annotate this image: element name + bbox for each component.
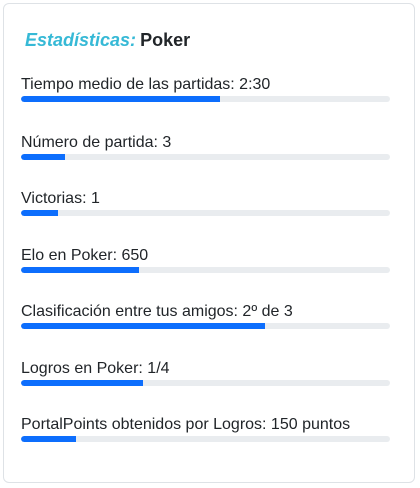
stat-label: Tiempo medio de las partidas: 2:30 [21,76,271,93]
progress-fill [21,436,77,442]
stat-portalpoints: PortalPoints obtenidos por Logros: 150 p… [21,415,390,442]
card-title-label: Estadísticas: [25,30,137,50]
progress-bar [21,267,390,273]
progress-fill [21,210,58,216]
card-title: Estadísticas: Poker [25,28,190,52]
card-title-game: Poker [140,30,191,50]
progress-fill [21,154,66,160]
stat-label: PortalPoints obtenidos por Logros: 150 p… [21,416,351,433]
stat-label: Logros en Poker: 1/4 [21,360,170,377]
stat-friends-ranking: Clasificación entre tus amigos: 2º de 3 [21,302,390,329]
progress-bar [21,436,390,442]
stat-wins: Victorias: 1 [21,189,390,216]
progress-bar [21,380,390,386]
progress-bar [21,323,390,329]
stat-games-played: Número de partida: 3 [21,133,390,160]
stat-label: Número de partida: 3 [21,134,172,151]
progress-fill [21,323,265,329]
progress-fill [21,96,221,102]
stat-elo: Elo en Poker: 650 [21,246,390,273]
stat-label: Elo en Poker: 650 [21,247,149,264]
stat-label: Clasificación entre tus amigos: 2º de 3 [21,303,293,320]
progress-fill [21,267,140,273]
progress-bar [21,210,390,216]
progress-bar [21,96,390,102]
progress-bar [21,154,390,160]
stat-label: Victorias: 1 [21,190,100,207]
stat-achievements: Logros en Poker: 1/4 [21,359,390,386]
progress-fill [21,380,143,386]
stat-average-time: Tiempo medio de las partidas: 2:30 [21,75,390,102]
